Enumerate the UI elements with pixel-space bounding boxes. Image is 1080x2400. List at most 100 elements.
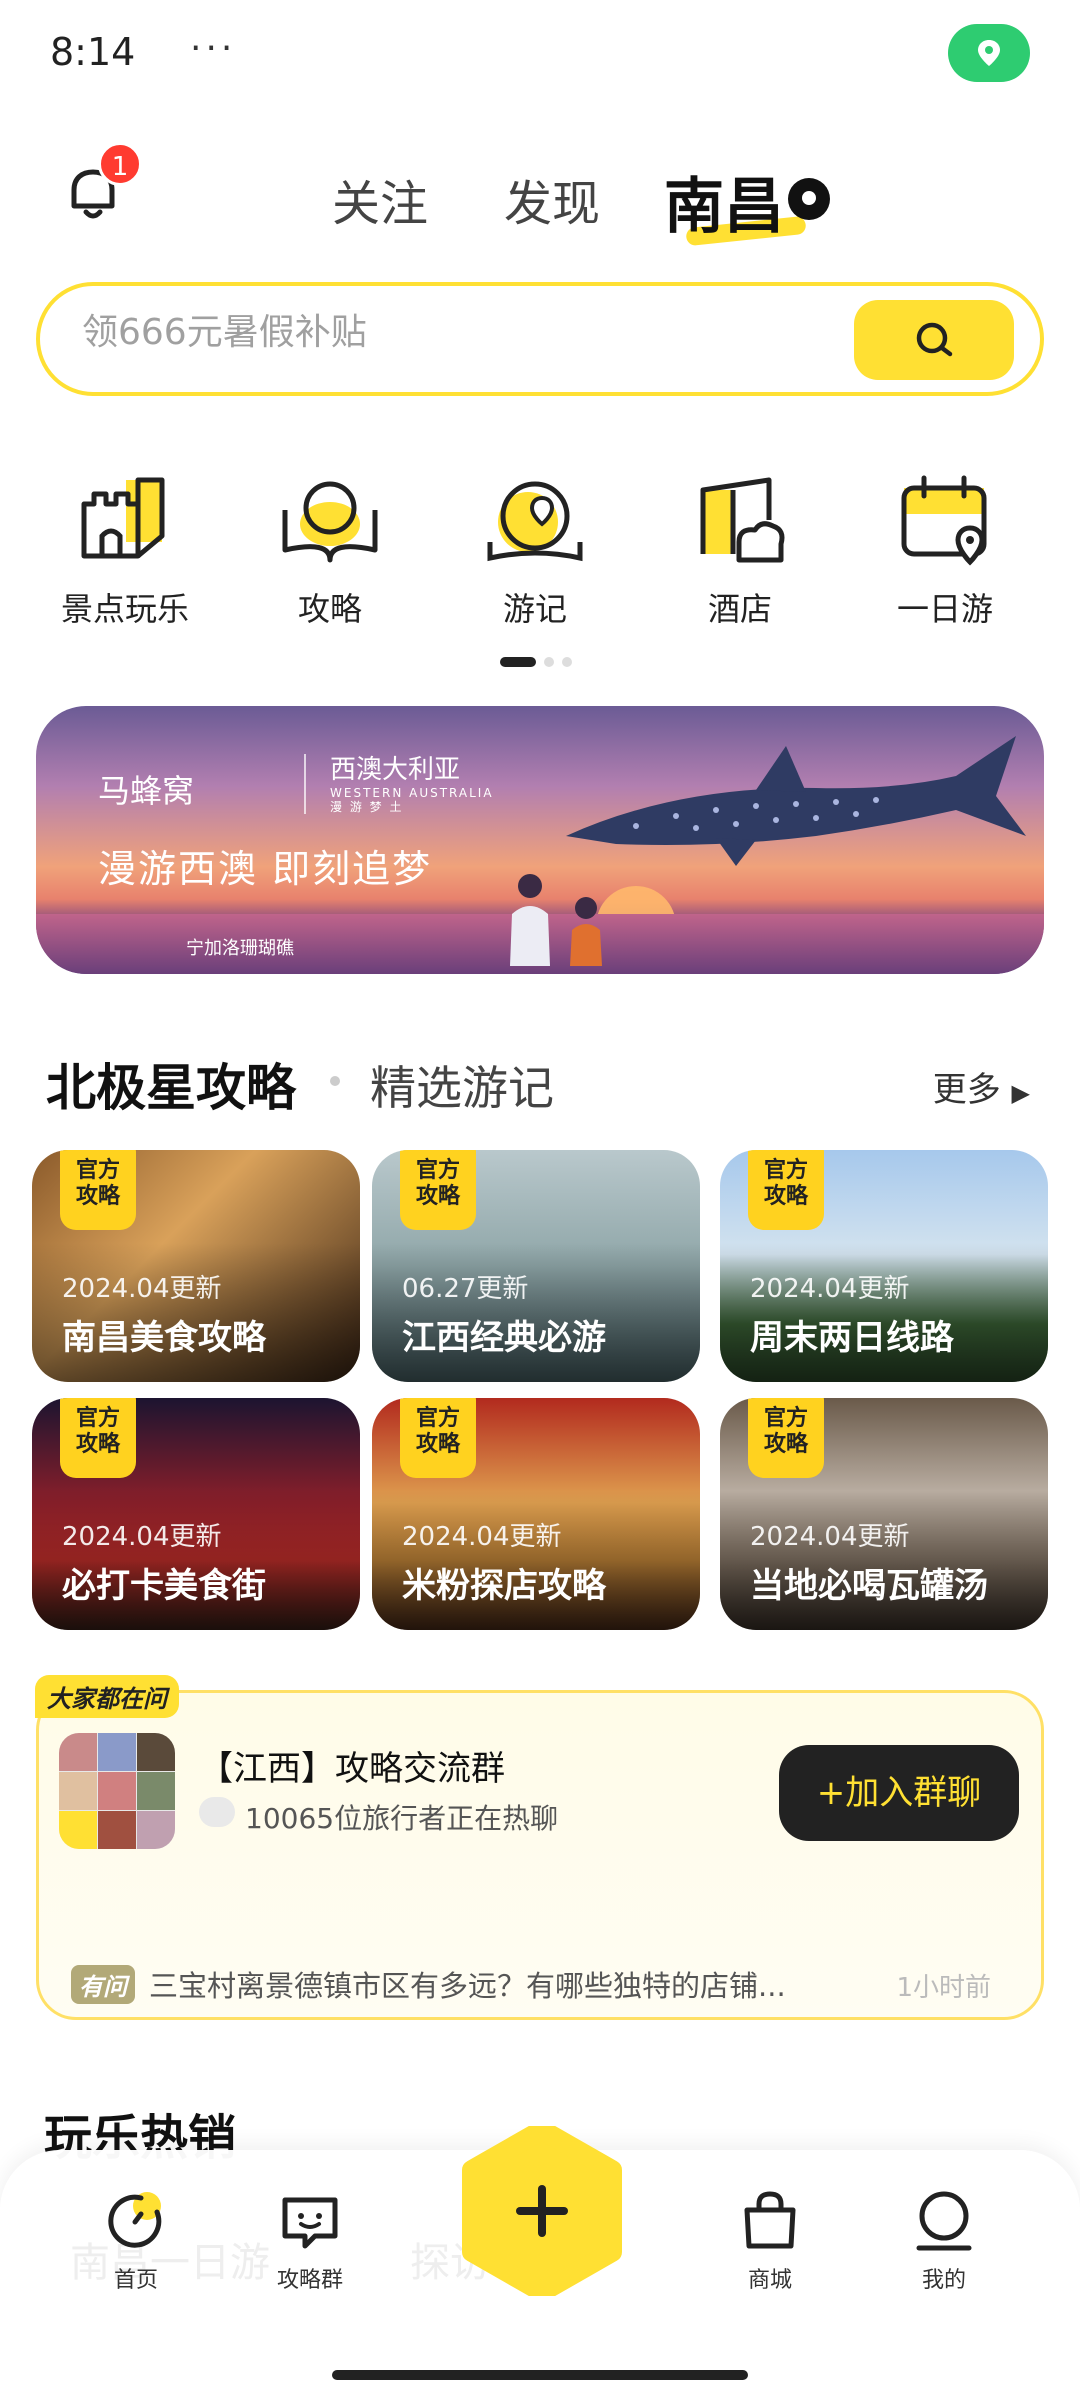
guide-card[interactable]: 官方 攻略 2024.04更新 南昌美食攻略 <box>32 1150 360 1382</box>
nav-mall[interactable]: 商城 <box>710 2186 830 2294</box>
banner-partner-en: WESTERN AUSTRALIA <box>330 786 494 800</box>
tab-city[interactable]: 南昌 <box>664 158 784 245</box>
chevron-right-icon: ▶ <box>1011 1079 1030 1107</box>
official-badge: 官方 攻略 <box>400 1398 476 1478</box>
category-pager <box>500 652 580 671</box>
banner-slogan: 漫游西澳 即刻追梦 <box>98 847 433 891</box>
search-input[interactable] <box>82 312 842 353</box>
calendar-pin-icon <box>890 470 1000 570</box>
home-indicator[interactable] <box>332 2370 748 2380</box>
top-nav: 1 关注 发现 南昌 <box>0 130 1080 260</box>
official-badge: 官方 攻略 <box>400 1150 476 1230</box>
guide-title: 江西经典必游 <box>402 1318 606 1358</box>
official-badge: 官方 攻略 <box>748 1398 824 1478</box>
category-row: 景点玩乐 攻略 游记 酒店 一日游 <box>0 470 1080 640</box>
section-separator <box>330 1076 340 1086</box>
section-subtitle-tab[interactable]: 精选游记 <box>370 1052 554 1118</box>
guide-date: 2024.04更新 <box>62 1274 222 1304</box>
nav-label: 商城 <box>747 2268 792 2293</box>
shopping-bag-icon <box>744 2191 796 2249</box>
location-pin-icon <box>978 40 1000 66</box>
banner-partner-tagline: 漫 游 梦 土 <box>330 800 404 814</box>
official-badge: 官方 攻略 <box>60 1398 136 1478</box>
search-button[interactable] <box>854 300 1014 380</box>
more-link[interactable]: 更多 ▶ <box>933 1062 1030 1111</box>
group-title: 【江西】攻略交流群 <box>199 1749 505 1789</box>
location-indicator[interactable] <box>948 24 1030 82</box>
category-label: 一日游 <box>896 590 993 628</box>
section-title[interactable]: 北极星攻略 <box>46 1048 296 1120</box>
guide-card[interactable]: 官方 攻略 2024.04更新 当地必喝瓦罐汤 <box>720 1398 1048 1630</box>
guide-card[interactable]: 官方 攻略 2024.04更新 必打卡美食街 <box>32 1398 360 1630</box>
hotel-icon <box>685 470 795 570</box>
guide-date: 06.27更新 <box>402 1274 529 1304</box>
create-post-button[interactable] <box>462 2120 622 2302</box>
guide-card[interactable]: 官方 攻略 2024.04更新 米粉探店攻略 <box>372 1398 700 1630</box>
plus-icon: + <box>816 1773 846 1813</box>
guide-date: 2024.04更新 <box>750 1274 910 1304</box>
guide-date: 2024.04更新 <box>402 1522 562 1552</box>
nav-label: 首页 <box>113 2268 158 2293</box>
guide-title: 必打卡美食街 <box>62 1566 266 1606</box>
status-more-dots: ··· <box>190 28 237 69</box>
guide-title: 南昌美食攻略 <box>62 1318 266 1358</box>
guide-date: 2024.04更新 <box>750 1522 910 1552</box>
whale-shark-illustration <box>566 736 1026 866</box>
category-guides[interactable]: 攻略 <box>245 470 415 630</box>
travel-note-icon <box>480 470 590 570</box>
category-travel-notes[interactable]: 游记 <box>450 470 620 630</box>
join-group-button[interactable]: +加入群聊 <box>779 1745 1019 1841</box>
nav-home[interactable]: 首页 <box>76 2186 196 2294</box>
search-bar <box>36 282 1044 396</box>
profile-icon <box>916 2191 972 2251</box>
nav-label: 攻略群 <box>276 2268 343 2293</box>
question-time: 1小时前 <box>896 1973 991 2003</box>
banner-partner: 西澳大利亚 WESTERN AUSTRALIA 漫 游 梦 土 <box>304 754 494 814</box>
category-day-tours[interactable]: 一日游 <box>860 470 1030 630</box>
bottom-nav: 南昌一日游 探访 首页 攻略群 商城 我的 <box>0 2120 1080 2400</box>
city-location-icon[interactable] <box>788 178 830 220</box>
guide-date: 2024.04更新 <box>62 1522 222 1552</box>
question-text[interactable]: 三宝村离景德镇市区有多远？有哪些独特的店铺... <box>149 1963 849 2005</box>
banner-partner-name: 西澳大利亚 <box>330 755 461 785</box>
home-icon <box>108 2192 162 2248</box>
status-bar: 8:14 ··· <box>0 0 1080 110</box>
nav-guide-group[interactable]: 攻略群 <box>250 2186 370 2294</box>
plus-icon <box>462 2120 622 2302</box>
people-silhouette <box>510 874 602 966</box>
more-label: 更多 <box>932 1070 1001 1110</box>
castle-icon <box>70 470 180 570</box>
everyone-asks-tag: 大家都在问 <box>35 1675 179 1718</box>
question-tag: 有问 <box>71 1965 135 2004</box>
category-attractions[interactable]: 景点玩乐 <box>40 470 210 630</box>
category-hotels[interactable]: 酒店 <box>655 470 825 630</box>
banner-brand: 马蜂窝 <box>98 772 195 810</box>
category-label: 攻略 <box>297 590 362 628</box>
group-member-count: 10065位旅行者正在热聊 <box>245 1802 559 1835</box>
guide-group-icon <box>282 2197 338 2249</box>
chat-bubble-icon <box>199 1797 235 1827</box>
nav-label: 我的 <box>921 2268 966 2293</box>
group-chat-card[interactable]: 大家都在问 【江西】攻略交流群 10065位旅行者正在热聊 +加入群聊 有问 三… <box>35 1675 1044 2020</box>
guide-title: 周末两日线路 <box>750 1318 954 1358</box>
guide-title: 当地必喝瓦罐汤 <box>750 1566 988 1606</box>
category-label: 酒店 <box>707 590 772 628</box>
category-label: 景点玩乐 <box>60 590 189 628</box>
search-icon <box>916 322 953 357</box>
banner-location: 宁加洛珊瑚礁 <box>186 938 294 959</box>
tab-discover[interactable]: 发现 <box>504 164 600 234</box>
guides-section-header: 北极星攻略 精选游记 更多 ▶ <box>0 1040 1080 1120</box>
promo-banner[interactable]: 马蜂窝 西澳大利亚 WESTERN AUSTRALIA 漫 游 梦 土 漫游西澳… <box>36 706 1044 974</box>
guide-card[interactable]: 官方 攻略 2024.04更新 周末两日线路 <box>720 1150 1048 1382</box>
join-label: 加入群聊 <box>845 1773 982 1813</box>
official-badge: 官方 攻略 <box>60 1150 136 1230</box>
guide-book-icon <box>275 470 385 570</box>
guide-title: 米粉探店攻略 <box>402 1566 606 1606</box>
category-label: 游记 <box>502 590 567 628</box>
tab-follow[interactable]: 关注 <box>332 164 428 234</box>
guide-card[interactable]: 官方 攻略 06.27更新 江西经典必游 <box>372 1150 700 1382</box>
nav-profile[interactable]: 我的 <box>884 2186 1004 2294</box>
official-badge: 官方 攻略 <box>748 1150 824 1230</box>
notification-badge: 1 <box>98 142 142 186</box>
group-avatar <box>59 1733 175 1849</box>
